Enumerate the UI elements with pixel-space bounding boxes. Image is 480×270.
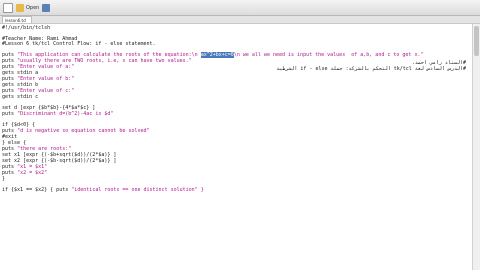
- code-line: if {$x1 == $x2} { puts "identical roots …: [2, 187, 204, 193]
- selected-text[interactable]: ax^2+bx+c=0: [200, 52, 234, 58]
- open-label: Open: [26, 4, 40, 11]
- tab-lesson6[interactable]: lesson6.tcl: [2, 16, 32, 23]
- code-text: #!/usr/bin/tclsh: [2, 25, 51, 31]
- code-text: puts: [2, 111, 18, 117]
- arabic-comment-line: #الدرس السادس لغة tk/tcl التحكم بالشركة:…: [276, 66, 466, 72]
- code-string: "d is negative so equation cannot be sol…: [17, 128, 150, 134]
- code-line: puts "d is negative so equation cannot b…: [2, 128, 150, 134]
- open-folder-icon: [16, 3, 24, 12]
- code-line: puts "Discriminant d=(b^2)-4ac is $d": [2, 111, 113, 117]
- code-string: "x2 = $x2": [17, 170, 48, 176]
- code-line: #Lesson 6 tk/tcl Control Flow: if - else…: [2, 41, 156, 47]
- vertical-scrollbar[interactable]: [472, 24, 480, 270]
- scrollbar-thumb[interactable]: [474, 26, 479, 56]
- code-line: puts "x2 = $x2": [2, 170, 47, 176]
- tab-bar: lesson6.tcl: [0, 16, 480, 24]
- code-text: #Lesson 6 tk/tcl Control Flow: if - else…: [2, 41, 156, 47]
- code-line: #!/usr/bin/tclsh: [2, 25, 50, 31]
- save-icon: [42, 3, 50, 12]
- code-string-tail: }: [197, 187, 204, 193]
- open-button[interactable]: Open: [16, 2, 39, 13]
- code-text: if {$x1 == $x2} { puts: [2, 187, 72, 193]
- code-text: gets stdin c: [2, 94, 39, 100]
- code-editor[interactable]: #!/usr/bin/tclsh #Teacher Name: Rami Ahma…: [0, 24, 472, 270]
- save-button[interactable]: [42, 2, 52, 13]
- new-document-button[interactable]: [3, 2, 15, 13]
- new-document-icon: [3, 2, 13, 13]
- code-line: gets stdin c: [2, 94, 38, 100]
- code-line: }: [2, 176, 5, 182]
- toolbar: Open: [0, 0, 480, 16]
- code-string: "Discriminant d=(b^2)-4ac is $d": [17, 111, 114, 117]
- code-string: "identical roots == one distinct solutio…: [71, 187, 198, 193]
- code-text: }: [2, 176, 6, 182]
- code-string-tail: \n we all we need is input the values of…: [233, 52, 424, 58]
